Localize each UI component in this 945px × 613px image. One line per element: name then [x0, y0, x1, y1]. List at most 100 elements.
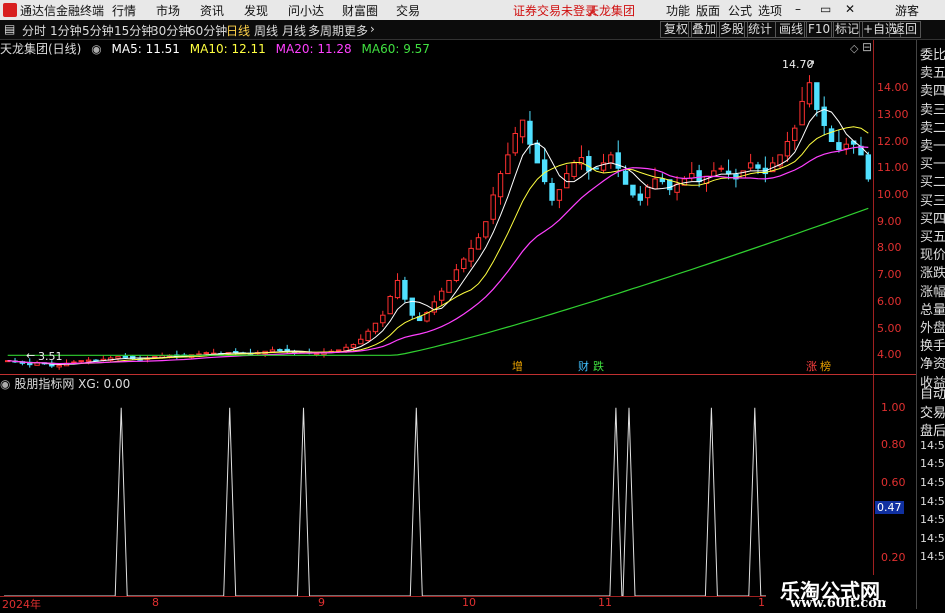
restore-icon[interactable]: ▭ — [820, 2, 831, 16]
watermark: 乐淘公式网 www.60lt.com — [766, 575, 916, 611]
candle-body — [792, 127, 798, 141]
candle-body — [696, 170, 702, 183]
side-panel-item[interactable]: 买四 — [920, 208, 945, 227]
collapse-icon[interactable]: ⊟ — [862, 40, 872, 54]
menu-news[interactable]: 资讯 — [200, 2, 224, 19]
candle-body — [350, 344, 357, 348]
ma5-line — [7, 108, 869, 366]
btn-stats[interactable]: 统计 — [744, 21, 777, 38]
side-panel-item[interactable]: 自动 — [920, 383, 945, 402]
tag-rise[interactable]: 涨 — [806, 358, 817, 374]
side-panel-item[interactable]: 总量 — [920, 299, 945, 318]
chart-settings-icon[interactable]: ◉ — [91, 42, 101, 56]
side-panel-item[interactable]: 委比 — [920, 44, 945, 63]
diamond-icon[interactable]: ◇ — [850, 42, 858, 55]
candle-body — [799, 100, 805, 126]
side-panel-item[interactable]: 买三 — [920, 190, 945, 209]
side-panel-item[interactable]: 净资 — [920, 353, 945, 372]
menu-wealth[interactable]: 财富圈 — [342, 2, 378, 19]
side-panel-item[interactable]: 卖二 — [920, 117, 945, 136]
side-panel-item[interactable]: 交易 — [920, 402, 945, 421]
period-daily[interactable]: 日线 — [226, 22, 250, 39]
side-panel-item[interactable]: 买五 — [920, 226, 945, 245]
toolbar-menu-icon[interactable]: ▤ — [4, 22, 15, 36]
side-panel-item[interactable]: 卖四 — [920, 80, 945, 99]
menu-layout[interactable]: 版面 — [696, 2, 720, 19]
menu-function[interactable]: 功能 — [666, 2, 690, 19]
side-panel-item[interactable]: 14:56 — [920, 495, 945, 508]
period-15min[interactable]: 15分钟 — [114, 22, 153, 39]
menu-market[interactable]: 市场 — [156, 2, 180, 19]
period-multi[interactable]: 多周期 — [308, 22, 344, 39]
side-panel-item[interactable]: 14:56 — [920, 476, 945, 489]
price-chart[interactable] — [0, 56, 873, 374]
tag-fall[interactable]: 跌 — [593, 358, 604, 374]
login-warning[interactable]: 证券交易未登录 — [513, 2, 597, 19]
side-panel-item[interactable]: 买二 — [920, 171, 945, 190]
menu-ask[interactable]: 问小达 — [288, 2, 324, 19]
candle-body — [755, 164, 761, 169]
period-intraday[interactable]: 分时 — [22, 22, 46, 39]
side-panel-item[interactable]: 卖三 — [920, 99, 945, 118]
guest-label[interactable]: 游客 — [895, 2, 919, 19]
period-monthly[interactable]: 月线 — [282, 22, 306, 39]
panel-separator[interactable] — [0, 374, 916, 375]
menu-options[interactable]: 选项 — [758, 2, 782, 19]
period-5min[interactable]: 5分钟 — [82, 22, 114, 39]
tag-finance[interactable]: 财 — [578, 358, 589, 374]
side-panel-item[interactable]: 外盘 — [920, 317, 945, 336]
side-panel-item[interactable]: 卖五 — [920, 62, 945, 81]
candle-body — [85, 359, 92, 362]
candle-body — [277, 349, 283, 352]
side-panel-item[interactable]: 现价 — [920, 244, 945, 263]
indicator-tick-label: 1.00 — [881, 400, 906, 414]
btn-f10[interactable]: F10 — [804, 21, 835, 38]
period-more[interactable]: 更多 — [344, 22, 368, 39]
period-1min[interactable]: 1分钟 — [50, 22, 82, 39]
menu-formula[interactable]: 公式 — [728, 2, 752, 19]
candle-body — [335, 349, 342, 352]
period-weekly[interactable]: 周线 — [254, 22, 278, 39]
low-annotation: 3.51 — [38, 350, 63, 363]
menu-quotes[interactable]: 行情 — [112, 2, 136, 19]
side-panel-item[interactable]: 14:56 — [920, 457, 945, 470]
date-tick-label: 2024年 — [2, 598, 41, 611]
side-panel-item[interactable]: 盘后 — [920, 420, 945, 439]
candle-body — [438, 290, 445, 301]
tag-increase[interactable]: 增 — [512, 358, 523, 374]
candle-body — [527, 120, 533, 145]
candle-body — [637, 193, 643, 201]
period-30min[interactable]: 30分钟 — [151, 22, 190, 39]
chevron-right-icon[interactable]: › — [370, 22, 375, 36]
candle-body — [586, 156, 592, 172]
side-panel-item[interactable]: 14:56 — [920, 513, 945, 526]
side-panel-item[interactable]: 买一 — [920, 153, 945, 172]
candle-body — [365, 330, 371, 341]
period-60min[interactable]: 60分钟 — [188, 22, 227, 39]
side-panel-item[interactable]: 14:56 — [920, 532, 945, 545]
side-panel-item[interactable]: 14:56 — [920, 439, 945, 452]
btn-back[interactable]: 返回 — [889, 21, 922, 38]
period-toolbar: ▤ 分时 1分钟 5分钟 15分钟 30分钟 60分钟 日线 周线 月线 多周期… — [0, 20, 945, 40]
menu-discover[interactable]: 发现 — [244, 2, 268, 19]
side-panel-item[interactable]: 涨跌 — [920, 262, 945, 281]
side-panel-item[interactable]: 换手 — [920, 335, 945, 354]
candle-body — [402, 279, 408, 300]
price-tick-label: 12.00 — [877, 134, 909, 148]
tag-rank[interactable]: 榜 — [820, 358, 831, 374]
btn-draw[interactable]: 画线 — [775, 21, 808, 38]
menu-trade[interactable]: 交易 — [396, 2, 420, 19]
close-icon[interactable]: ✕ — [845, 2, 855, 16]
minimize-icon[interactable]: – — [795, 2, 801, 16]
candle-body — [549, 182, 555, 201]
candle-body — [652, 178, 658, 190]
indicator-chart[interactable] — [0, 389, 873, 596]
candle-body — [122, 355, 129, 358]
quote-side-panel[interactable]: 委比 卖五 卖四 卖三 卖二 卖一 买一 买二 买三 买四 买五 现价 涨跌 涨幅 总量 外盘 换手 净资 收益 自动… — [916, 40, 945, 609]
candle-body — [828, 128, 835, 143]
side-panel-item[interactable]: 卖一 — [920, 135, 945, 154]
side-panel-item[interactable]: 14:56 — [920, 550, 945, 563]
ma60-label: MA60: 9.57 — [361, 42, 430, 56]
side-panel-item[interactable]: 涨幅 — [920, 281, 945, 300]
date-tick-label: 10 — [462, 596, 476, 609]
